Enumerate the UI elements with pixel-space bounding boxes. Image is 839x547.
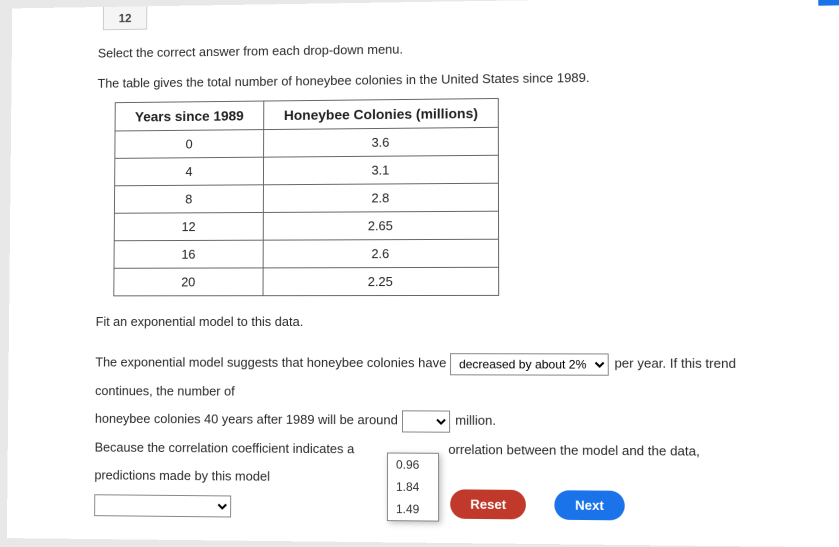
cell-colonies: 2.65 — [263, 211, 498, 240]
question-number-tab: 12 — [103, 6, 147, 30]
cell-colonies: 2.6 — [263, 239, 499, 268]
cell-years: 8 — [114, 185, 263, 213]
cell-colonies: 2.8 — [263, 183, 498, 212]
button-row: Reset Next — [450, 489, 624, 520]
text-segment: honeybee colonies 40 years after 1989 wi… — [95, 411, 398, 428]
data-table: Years since 1989 Honeybee Colonies (mill… — [113, 98, 499, 296]
cell-colonies: 3.1 — [264, 155, 499, 185]
dropdown-option[interactable]: 1.84 — [388, 476, 438, 499]
cell-years: 12 — [114, 212, 263, 240]
dropdown-option[interactable]: 1.49 — [388, 498, 438, 521]
question-number: 12 — [119, 11, 132, 25]
table-row: 4 3.1 — [115, 155, 499, 186]
cell-years: 16 — [114, 240, 263, 268]
dropdown-million[interactable] — [401, 410, 449, 432]
cell-years: 20 — [114, 268, 263, 296]
text-segment: million. — [455, 413, 496, 428]
top-blue-accent — [818, 0, 839, 6]
table-row: 16 2.6 — [114, 239, 499, 268]
dropdown-million-open[interactable]: 0.96 1.84 1.49 — [387, 453, 439, 522]
dropdown-option[interactable]: 0.96 — [388, 454, 438, 477]
reset-button[interactable]: Reset — [450, 489, 526, 519]
cell-colonies: 2.25 — [263, 267, 499, 295]
table-row: 20 2.25 — [114, 267, 499, 296]
table-row: 12 2.65 — [114, 211, 498, 241]
col-head-colonies: Honeybee Colonies (millions) — [264, 98, 499, 129]
dropdown-rate[interactable]: decreased by about 2% — [450, 353, 609, 376]
text-segment: Because the correlation coefficient indi… — [95, 439, 355, 456]
cell-colonies: 3.6 — [264, 127, 499, 157]
next-button[interactable]: Next — [555, 490, 625, 520]
cell-years: 4 — [115, 157, 264, 186]
instruction-text: Select the correct answer from each drop… — [98, 37, 752, 61]
table-row: 0 3.6 — [115, 127, 499, 158]
fit-instruction: Fit an exponential model to this data. — [96, 314, 755, 329]
question-page: 12 Select the correct answer from each d… — [7, 0, 839, 547]
intro-text: The table gives the total number of hone… — [98, 68, 753, 91]
dropdown-correlation[interactable] — [94, 494, 231, 517]
text-segment: The exponential model suggests that hone… — [95, 355, 446, 371]
col-head-years: Years since 1989 — [115, 101, 264, 131]
cell-years: 0 — [115, 130, 264, 159]
table-row: 8 2.8 — [114, 183, 498, 213]
